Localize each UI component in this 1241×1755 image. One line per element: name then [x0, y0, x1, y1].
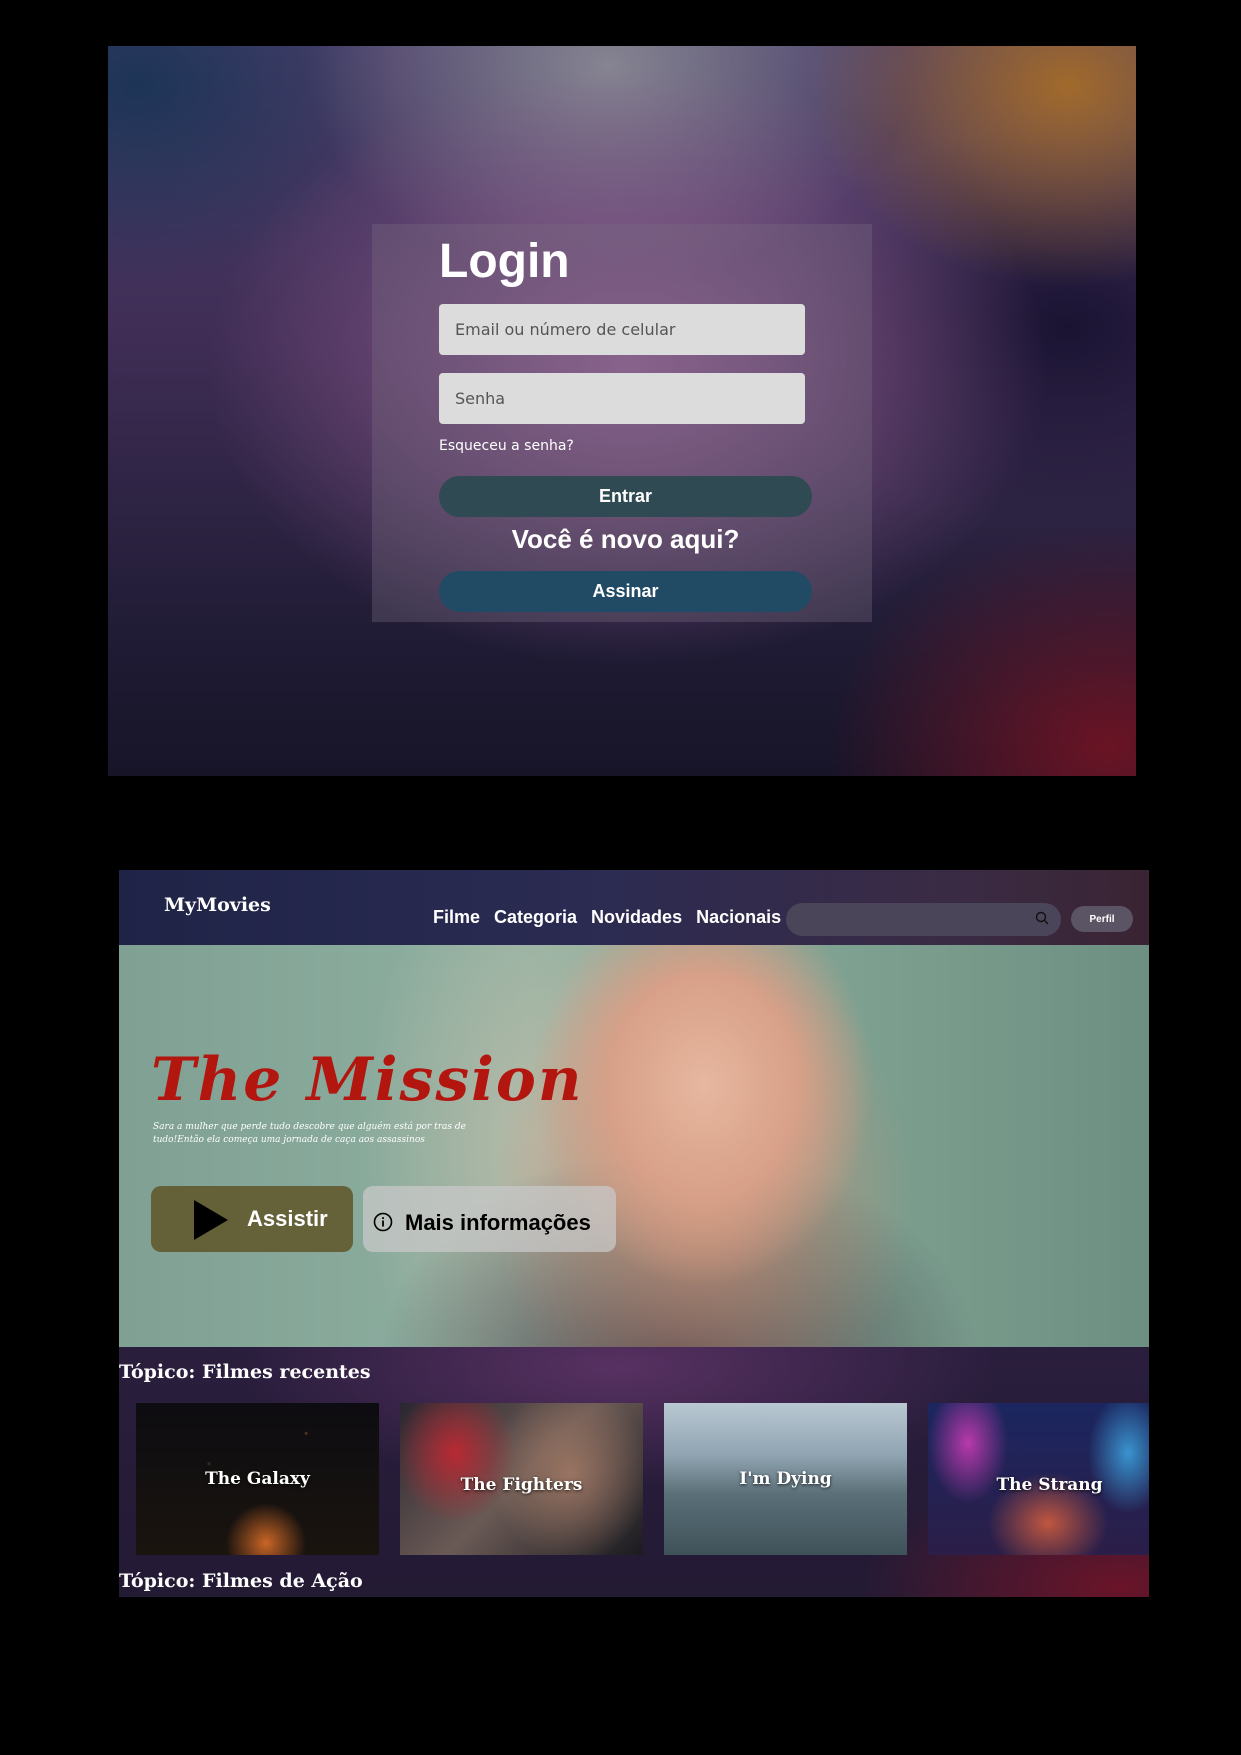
nav-item-nacionais[interactable]: Nacionais	[696, 907, 781, 928]
movie-card-dying[interactable]: I'm Dying	[664, 1403, 907, 1555]
movie-card-strang[interactable]: The Strang	[928, 1403, 1149, 1555]
topic-title-acao: Tópico: Filmes de Ação	[119, 1570, 363, 1592]
home-screen: MyMovies Filme Categoria Novidades Nacio…	[119, 870, 1149, 1597]
watch-button-label: Assistir	[247, 1206, 328, 1231]
subscribe-button[interactable]: Assinar	[439, 571, 812, 612]
login-screen: Login Email ou número de celular Senha E…	[108, 46, 1136, 776]
password-field[interactable]: Senha	[439, 373, 805, 424]
enter-button[interactable]: Entrar	[439, 476, 812, 517]
movie-rows: Tópico: Filmes recentes The Galaxy The F…	[119, 1347, 1149, 1597]
movie-card-galaxy[interactable]: The Galaxy	[136, 1403, 379, 1555]
movie-card-title: The Galaxy	[205, 1469, 310, 1489]
main-nav: Filme Categoria Novidades Nacionais	[433, 907, 781, 928]
topic-title-recentes: Tópico: Filmes recentes	[119, 1361, 371, 1383]
watch-button[interactable]: Assistir	[151, 1186, 353, 1252]
hero-description: Sara a mulher que perde tudo descobre qu…	[153, 1122, 466, 1145]
top-navbar: MyMovies Filme Categoria Novidades Nacio…	[119, 870, 1149, 945]
search-icon[interactable]	[1035, 911, 1049, 925]
more-info-button[interactable]: Mais informações	[363, 1186, 616, 1252]
movie-card-title: The Fighters	[460, 1475, 583, 1495]
email-field[interactable]: Email ou número de celular	[439, 304, 805, 355]
logo[interactable]: MyMovies	[164, 894, 271, 916]
info-icon	[373, 1212, 393, 1232]
profile-button[interactable]: Perfil	[1071, 906, 1133, 932]
nav-item-categoria[interactable]: Categoria	[494, 907, 577, 928]
movie-card-title: I'm Dying	[739, 1469, 832, 1489]
nav-item-filme[interactable]: Filme	[433, 907, 480, 928]
movie-card-fighters[interactable]: The Fighters	[400, 1403, 643, 1555]
recent-movies-row: The Galaxy The Fighters I'm Dying The St…	[136, 1403, 1149, 1555]
login-title: Login	[439, 235, 570, 288]
hero-banner: The Mission Sara a mulher que perde tudo…	[119, 945, 1149, 1347]
movie-card-title: The Strang	[996, 1475, 1103, 1495]
password-placeholder: Senha	[455, 389, 506, 408]
play-icon	[194, 1200, 228, 1240]
nav-item-novidades[interactable]: Novidades	[591, 907, 682, 928]
login-card: Login Email ou número de celular Senha E…	[372, 224, 872, 622]
hero-title: The Mission	[151, 1045, 584, 1115]
more-info-label: Mais informações	[405, 1210, 591, 1235]
forgot-password-link[interactable]: Esqueceu a senha?	[439, 438, 574, 454]
search-input[interactable]	[786, 903, 1061, 936]
new-here-heading: Você é novo aqui?	[511, 524, 740, 554]
email-placeholder: Email ou número de celular	[455, 320, 676, 339]
